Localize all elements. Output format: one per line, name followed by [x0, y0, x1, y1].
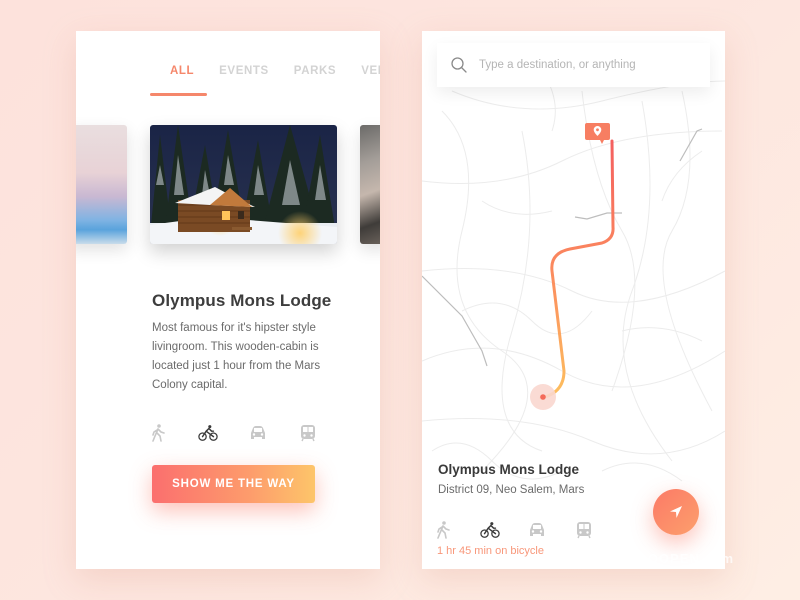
destination-marker[interactable]	[585, 123, 610, 144]
show-me-the-way-button[interactable]: SHOW ME THE WAY	[152, 465, 315, 503]
active-tab-indicator	[150, 93, 207, 96]
walk-mode-button[interactable]	[433, 520, 453, 540]
tab-all[interactable]: ALL	[170, 65, 194, 77]
carousel-item-snowy-cabin[interactable]	[150, 125, 337, 244]
map-streets	[422, 70, 725, 482]
place-title: Olympus Mons Lodge	[152, 291, 332, 310]
map-route-screen: Olympus Mons Lodge District 09, Neo Sale…	[422, 31, 725, 569]
navigate-button[interactable]	[653, 489, 699, 535]
watermark: TOOOPEN.com	[628, 551, 735, 566]
train-mode-button[interactable]	[298, 423, 318, 443]
transport-mode-selector	[433, 520, 594, 540]
destination-address: District 09, Neo Salem, Mars	[438, 484, 585, 496]
bicycle-icon	[480, 522, 500, 538]
route-path	[539, 139, 615, 400]
snowy-wooden-cabin-image	[150, 125, 337, 244]
train-mode-button[interactable]	[574, 520, 594, 540]
train-icon	[577, 522, 591, 539]
navigate-arrow-icon	[670, 506, 682, 518]
transport-mode-selector	[148, 423, 318, 443]
search-bar[interactable]	[437, 43, 710, 87]
bicycle-mode-button[interactable]	[480, 520, 500, 540]
carousel-item-next[interactable]	[360, 125, 380, 244]
train-icon	[301, 425, 315, 442]
bicycle-icon	[198, 425, 218, 441]
destination-search-input[interactable]	[479, 59, 679, 71]
place-description: Most famous for it's hipster style livin…	[152, 322, 321, 391]
car-icon	[530, 523, 544, 536]
car-mode-button[interactable]	[248, 423, 268, 443]
carousel-item-sunset-lake[interactable]	[76, 125, 127, 244]
bicycle-mode-button[interactable]	[198, 423, 218, 443]
walk-icon	[437, 521, 450, 539]
walk-mode-button[interactable]	[148, 423, 168, 443]
car-mode-button[interactable]	[527, 520, 547, 540]
car-icon	[251, 426, 265, 439]
map-highlighted-streets	[422, 128, 703, 367]
tab-events[interactable]: EVENTS	[219, 65, 269, 77]
tab-parks[interactable]: PARKS	[294, 65, 336, 77]
current-location-dot	[540, 394, 546, 400]
destination-title: Olympus Mons Lodge	[438, 462, 580, 477]
category-tabs: ALL EVENTS PARKS VENUES	[170, 65, 380, 77]
walk-icon	[152, 424, 165, 442]
place-detail-screen: ALL EVENTS PARKS VENUES	[76, 31, 380, 569]
tab-venues[interactable]: VENUES	[361, 65, 380, 77]
eta-text: 1 hr 45 min on bicycle	[437, 545, 544, 557]
search-icon	[451, 57, 467, 73]
